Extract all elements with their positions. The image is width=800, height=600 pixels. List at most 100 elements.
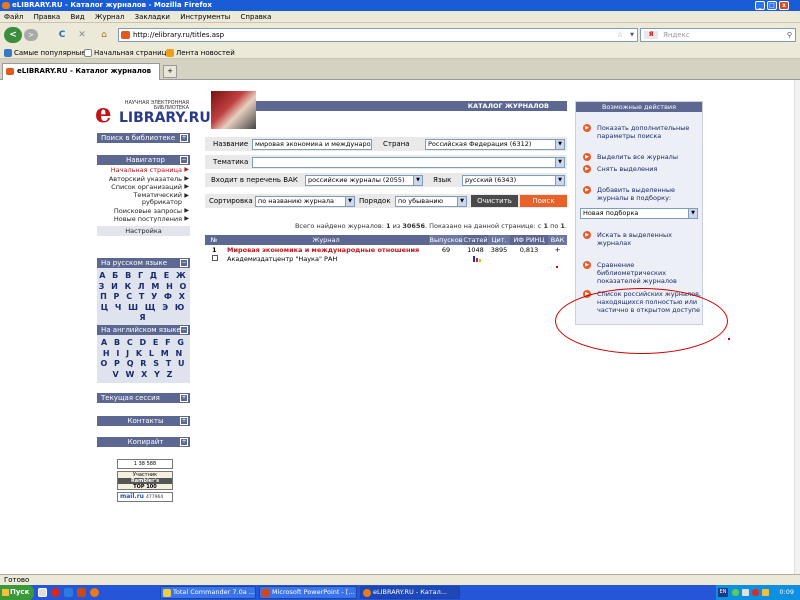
sidebar-item-settings[interactable]: Настройка xyxy=(97,225,190,236)
menu-file[interactable]: Файл xyxy=(0,11,27,23)
letter-row[interactable]: А Б В Г Д Е Ж xyxy=(97,271,190,282)
sidebar-item-home[interactable]: Начальная страница ▶ xyxy=(97,166,190,175)
quicklaunch-ie-icon[interactable] xyxy=(64,588,73,597)
task-powerpoint[interactable]: Microsoft PowerPoint - [... xyxy=(259,586,357,599)
bookmark-most-visited[interactable]: Самые популярные xyxy=(4,47,86,59)
en-letter-grid[interactable]: A B C D E F G H I J K L M N O P Q R S T … xyxy=(97,335,190,383)
collapse-icon[interactable]: − xyxy=(180,259,188,267)
tray-network-icon[interactable] xyxy=(732,589,739,596)
tray-volume-icon[interactable] xyxy=(742,589,749,596)
back-button[interactable]: < xyxy=(4,27,22,43)
sidebar-copyright[interactable]: Копирайт + xyxy=(97,437,190,447)
task-firefox[interactable]: eLIBRARY.RU - Катал... xyxy=(360,586,460,599)
sidebar-item-new[interactable]: Новые поступления ▶ xyxy=(97,215,190,224)
task-total-commander[interactable]: Total Commander 7.0а ... xyxy=(160,586,256,599)
action-compare-journals[interactable]: ▶ Сравнение библиометрических показателей… xyxy=(583,261,701,285)
ru-letter-grid[interactable]: А Б В Г Д Е Ж З И К Л М Н О П Р С Т У Ф … xyxy=(97,268,190,327)
country-select[interactable]: Российская Федерация (6312) ▼ xyxy=(425,139,565,150)
quicklaunch-opera-icon[interactable] xyxy=(51,588,60,597)
journal-title-link[interactable]: Мировая экономика и международные отноше… xyxy=(227,246,419,254)
sidebar-item-queries[interactable]: Поисковые запросы ▶ xyxy=(97,207,190,216)
home-icon[interactable]: ⌂ xyxy=(98,29,110,41)
vertical-scrollbar[interactable] xyxy=(794,80,800,574)
order-select[interactable]: по убыванию ▼ xyxy=(395,196,467,207)
col-number[interactable]: № xyxy=(205,235,223,245)
letter-row[interactable]: Ц Ч Ш Щ Э Ю Я xyxy=(97,303,190,324)
col-vak[interactable]: ВАК xyxy=(548,235,567,245)
stop-icon[interactable]: ✕ xyxy=(76,29,88,41)
letter-row[interactable]: H I J K L M N xyxy=(97,349,190,360)
language-select[interactable]: русский (6343) ▼ xyxy=(462,175,565,186)
bookmark-star-icon[interactable]: ☆ xyxy=(617,29,623,41)
language-indicator[interactable]: EN xyxy=(718,588,728,597)
collapse-icon[interactable]: − xyxy=(180,326,188,334)
minimize-button[interactable]: _ xyxy=(755,1,765,10)
start-button[interactable]: Пуск xyxy=(0,585,34,600)
copyright-header[interactable]: Копирайт + xyxy=(97,437,190,447)
counter-liveinternet[interactable]: 1 38 588 xyxy=(117,459,173,469)
sidebar-item-authors[interactable]: Авторский указатель ▶ xyxy=(97,175,190,184)
letter-row[interactable]: V W X Y Z xyxy=(97,370,190,381)
action-add-to-collection[interactable]: ▶ Добавить выделенные журналы в подборку: xyxy=(583,186,701,202)
name-input[interactable]: мировая экономика и международны xyxy=(252,139,372,150)
maximize-button[interactable]: □ xyxy=(767,1,777,10)
expand-icon[interactable]: + xyxy=(180,438,188,446)
letter-row[interactable]: П Р С Т У Ф Х xyxy=(97,292,190,303)
quicklaunch-firefox-icon[interactable] xyxy=(90,588,99,597)
address-bar[interactable]: http://elibrary.ru/titles.asp ☆ ▼ xyxy=(118,28,638,42)
action-search-selected[interactable]: ▶ Искать в выделенных журналах xyxy=(583,231,701,247)
collection-select[interactable]: Новая подборка ▼ xyxy=(580,208,698,219)
tray-antivirus-icon[interactable] xyxy=(752,589,759,596)
letter-row[interactable]: З И К Л М Н О xyxy=(97,282,190,293)
search-icon[interactable]: ⚲ xyxy=(787,29,792,41)
bookmark-home-page[interactable]: Начальная страница xyxy=(84,47,171,59)
quicklaunch-media-icon[interactable] xyxy=(77,588,86,597)
sidebar-nav-header[interactable]: Навигатор − xyxy=(97,155,190,165)
col-citations[interactable]: Цит. xyxy=(488,235,510,245)
stats-chart-icon[interactable] xyxy=(473,256,475,262)
sidebar-item-rubricator[interactable]: Тематический рубрикатор ▶ xyxy=(97,191,190,207)
menu-edit[interactable]: Правка xyxy=(30,11,65,23)
sort-select[interactable]: по названию журнала ▼ xyxy=(255,196,355,207)
col-articles[interactable]: Статей xyxy=(463,235,488,245)
forward-button[interactable]: > xyxy=(24,29,38,41)
letter-row[interactable]: A B C D E F G xyxy=(97,338,190,349)
action-clear-selection[interactable]: ▶ Снять выделения xyxy=(583,165,701,173)
expand-icon[interactable]: + xyxy=(180,394,188,402)
menu-help[interactable]: Справка xyxy=(237,11,276,23)
ru-alphabet-header[interactable]: На русском языке − xyxy=(97,258,190,268)
col-journal[interactable]: Журнал xyxy=(223,235,429,245)
quicklaunch-desktop-icon[interactable] xyxy=(38,588,47,597)
collapse-icon[interactable]: − xyxy=(180,156,188,164)
bookmark-news-feed[interactable]: Лента новостей xyxy=(166,47,235,59)
sidebar-contacts[interactable]: Контакты + xyxy=(97,416,190,426)
row-checkbox[interactable] xyxy=(212,255,218,261)
reload-icon[interactable]: C xyxy=(56,29,68,41)
menu-history[interactable]: Журнал xyxy=(91,11,128,23)
expand-icon[interactable]: + xyxy=(180,134,188,142)
elibrary-logo[interactable]: e НАУЧНАЯ ЭЛЕКТРОННАЯ БИБЛИОТЕКА LIBRARY… xyxy=(95,99,211,128)
yandex-engine-icon[interactable]: Я xyxy=(644,31,658,39)
close-button[interactable]: x xyxy=(779,1,789,10)
menu-view[interactable]: Вид xyxy=(66,11,88,23)
col-impact[interactable]: ИФ РИНЦ xyxy=(510,235,548,245)
tab-elibrary[interactable]: eLIBRARY.RU - Каталог журналов xyxy=(2,63,160,80)
tray-app-icon[interactable] xyxy=(762,589,769,596)
session-header[interactable]: Текущая сессия + xyxy=(97,393,190,403)
sidebar-session[interactable]: Текущая сессия + xyxy=(97,393,190,403)
sidebar-search-header[interactable]: Поиск в библиотеке + xyxy=(97,133,190,143)
expand-icon[interactable]: + xyxy=(180,417,188,425)
new-tab-button[interactable]: + xyxy=(163,65,177,78)
col-issues[interactable]: Выпусков xyxy=(429,235,463,245)
url-dropdown-icon[interactable]: ▼ xyxy=(630,29,634,41)
en-alphabet-header[interactable]: На английском языке − xyxy=(97,325,190,335)
contacts-header[interactable]: Контакты + xyxy=(97,416,190,426)
counter-rambler-top100[interactable]: Участник Rambler's TOP 100 xyxy=(117,471,173,490)
theme-select[interactable]: ▼ xyxy=(252,157,565,168)
counter-mailru[interactable]: mail.ru 477964 xyxy=(117,492,173,502)
action-extra-params[interactable]: ▶ Показать дополнительные параметры поиск… xyxy=(583,124,701,140)
letter-row[interactable]: O P Q R S T U xyxy=(97,359,190,370)
menu-tools[interactable]: Инструменты xyxy=(176,11,234,23)
vak-select[interactable]: российские журналы (2055) ▼ xyxy=(305,175,423,186)
clear-button[interactable]: Очистить xyxy=(471,195,518,207)
